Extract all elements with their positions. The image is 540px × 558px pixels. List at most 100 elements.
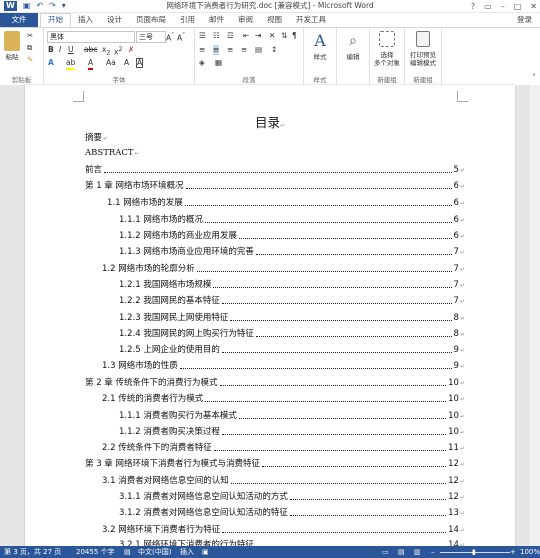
toc-entry[interactable]: 前言 5 ↵ — [85, 162, 465, 176]
show-marks-icon[interactable]: ¶ — [292, 31, 297, 41]
align-right-icon[interactable]: ≡ — [227, 45, 233, 55]
collapse-ribbon-icon[interactable]: ˄ — [532, 73, 536, 83]
toc-leader-dots — [104, 172, 452, 173]
toc-entry[interactable]: 第 1 章 网络市场环境概况 6 ↵ — [85, 178, 465, 192]
font-color-icon[interactable]: A — [88, 58, 94, 70]
web-layout-icon[interactable]: ▥ — [414, 546, 421, 558]
sort-icon[interactable]: ⇅ — [281, 31, 287, 41]
text-effects-icon[interactable]: A — [48, 58, 54, 68]
toc-entry[interactable]: 1.2.3 我国网民上网使用特征 8 ↵ — [119, 310, 465, 324]
zoom-in-icon[interactable]: + — [510, 546, 516, 558]
read-mode-icon[interactable]: ▭ — [382, 546, 389, 558]
toc-entry[interactable]: 1.2.2 我国网民的基本特征 7 ↵ — [119, 293, 465, 307]
toc-entry[interactable]: 3.1.2 消费者对网络信息空间认知活动的特征 13 ↵ — [119, 505, 465, 519]
align-center-icon[interactable]: ≡ — [213, 45, 220, 55]
tab-file[interactable]: 文件 — [0, 13, 38, 27]
ribbon-display-icon[interactable]: ▭ — [484, 2, 492, 11]
font-name-dropdown[interactable]: 黑体 — [47, 31, 135, 43]
print-layout-icon[interactable]: ▤ — [398, 546, 405, 558]
toc-entry[interactable]: 3.1.1 消费者对网络信息空间认知活动的方式 12 ↵ — [119, 489, 465, 503]
toc-entry[interactable]: 3.1 消费者对网络信息空间的认知 12 ↵ — [102, 473, 465, 487]
subscript-icon[interactable]: x2 — [102, 45, 110, 59]
maximize-icon[interactable]: □ — [514, 2, 522, 11]
toc-entry[interactable]: 1.1.2 网络市场的商业应用发展 6 ↵ — [119, 228, 465, 242]
justify-icon[interactable]: ≡ — [241, 45, 247, 55]
increase-indent-icon[interactable]: ⇥ — [255, 31, 261, 41]
highlight-icon[interactable]: ab — [66, 58, 76, 70]
login-link[interactable]: 登录 — [517, 13, 532, 27]
italic-icon[interactable]: I — [59, 45, 61, 55]
toc-entry[interactable]: 1.2.1 我国网络市场规模 7 ↵ — [119, 277, 465, 291]
borders-icon[interactable]: ▦ — [215, 58, 222, 68]
paste-button[interactable]: 粘贴 — [2, 31, 22, 61]
font-size-dropdown[interactable]: 三号 — [136, 31, 166, 43]
tab-page-layout[interactable]: 页面布局 — [129, 13, 173, 27]
print-preview-edit-button[interactable]: 打印预览 编辑模式 — [406, 31, 440, 67]
toc-entry[interactable]: ABSTRACT ↵ — [85, 145, 465, 159]
tab-references[interactable]: 引用 — [173, 13, 202, 27]
tab-mailings[interactable]: 邮件 — [202, 13, 231, 27]
proofing-icon[interactable]: ▤ — [124, 546, 131, 558]
vertical-scrollbar[interactable] — [530, 85, 540, 546]
multilevel-icon[interactable]: ☲ — [227, 31, 234, 41]
tab-review[interactable]: 审阅 — [231, 13, 260, 27]
toc-entry[interactable]: 1.1 网络市场的发展 6 ↵ — [107, 195, 465, 209]
shrink-font-icon[interactable]: A˅ — [177, 31, 185, 44]
editing-button[interactable]: ⌕ 编辑 — [341, 31, 365, 61]
bullets-icon[interactable]: ☰ — [199, 31, 206, 41]
toc-entry[interactable]: 2.1 传统的消费者行为模式 10 ↵ — [102, 391, 465, 405]
align-left-icon[interactable]: ≡ — [199, 45, 205, 55]
distributed-icon[interactable]: ▤ — [255, 45, 262, 55]
minimize-icon[interactable]: – — [501, 2, 505, 11]
toc-entry[interactable]: 1.1.1 消费者购买行为基本模式 10 ↵ — [119, 408, 465, 422]
document-page[interactable]: 目录↵ 摘要 ↵ ABSTRACT ↵ 前言 5 ↵ 第 1 章 网络市场环境概况 6 ↵ 1.1 … — [25, 85, 515, 550]
status-mode[interactable]: 插入 — [180, 546, 194, 558]
help-icon[interactable]: ? — [471, 2, 475, 11]
status-words[interactable]: 20455 个字 — [76, 546, 115, 558]
superscript-icon[interactable]: x2 — [114, 45, 122, 58]
toc-entry[interactable]: 1.1.1 网络市场的概况 6 ↵ — [119, 212, 465, 226]
macro-icon[interactable]: ▣ — [202, 546, 209, 558]
tab-home[interactable]: 开始 — [40, 13, 71, 27]
close-icon[interactable]: ✕ — [530, 2, 537, 11]
shading-icon[interactable]: ◈ — [199, 58, 205, 68]
char-border-icon[interactable]: A — [136, 58, 144, 68]
toc-entry[interactable]: 1.2.5 上网企业的使用目的 9 ↵ — [119, 342, 465, 356]
toc-page-number: 6 — [453, 181, 459, 191]
toc-entry[interactable]: 2.2 传统条件下的消费者特征 11 ↵ — [102, 440, 465, 454]
toc-entry[interactable]: 1.1.2 消费者购买决策过程 10 ↵ — [119, 424, 465, 438]
zoom-thumb[interactable]: ▮ — [472, 546, 476, 558]
zoom-out-icon[interactable]: – — [431, 546, 435, 558]
format-painter-icon[interactable]: ✎ — [27, 55, 33, 65]
status-page[interactable]: 第 3 页，共 27 页 — [4, 546, 61, 558]
toc-entry[interactable]: 1.2 网络市场的轮廓分析 7 ↵ — [102, 261, 465, 275]
toc-entry[interactable]: 1.3 网络市场的性质 9 ↵ — [102, 358, 465, 372]
cut-icon[interactable]: ✂ — [27, 31, 33, 41]
toc-entry[interactable]: 第 2 章 传统条件下的消费行为模式 10 ↵ — [85, 375, 465, 389]
toc-entry[interactable]: 1.1.3 网络市场商业应用环境的完善 7 ↵ — [119, 244, 465, 258]
tab-developer[interactable]: 开发工具 — [289, 13, 333, 27]
change-case-icon[interactable]: Aa — [106, 58, 116, 68]
grow-font-icon[interactable]: A˄ — [166, 31, 174, 44]
line-spacing-icon[interactable]: ↕ — [271, 45, 277, 55]
toc-entry[interactable]: 摘要 ↵ — [85, 130, 465, 144]
tab-view[interactable]: 视图 — [260, 13, 289, 27]
copy-icon[interactable]: ⧉ — [27, 43, 32, 53]
decrease-indent-icon[interactable]: ⇤ — [243, 31, 249, 41]
zoom-level[interactable]: 100% — [520, 546, 540, 558]
toc-entry[interactable]: 第 3 章 网络环境下消费者行为模式与消费特征 12 ↵ — [85, 456, 465, 470]
chinese-layout-icon[interactable]: ✕ — [269, 31, 275, 41]
status-language[interactable]: 中文(中国) — [138, 546, 171, 558]
strikethrough-icon[interactable]: abc — [84, 45, 97, 55]
tab-insert[interactable]: 插入 — [71, 13, 100, 27]
numbering-icon[interactable]: ☷ — [213, 31, 220, 41]
select-multiple-button[interactable]: 选择 多个对象 — [371, 31, 403, 67]
toc-entry[interactable]: 1.2.4 我国网民的网上购买行为特征 8 ↵ — [119, 326, 465, 340]
enlarge-icon[interactable]: A — [124, 58, 129, 68]
clear-format-icon[interactable]: ✗ — [128, 45, 134, 55]
bold-icon[interactable]: B — [48, 45, 54, 55]
tab-design[interactable]: 设计 — [100, 13, 129, 27]
styles-button[interactable]: A 样式 — [308, 31, 332, 61]
underline-icon[interactable]: U — [68, 45, 74, 55]
toc-entry[interactable]: 3.2 网络环境下消费者行为特征 14 ↵ — [102, 522, 465, 536]
